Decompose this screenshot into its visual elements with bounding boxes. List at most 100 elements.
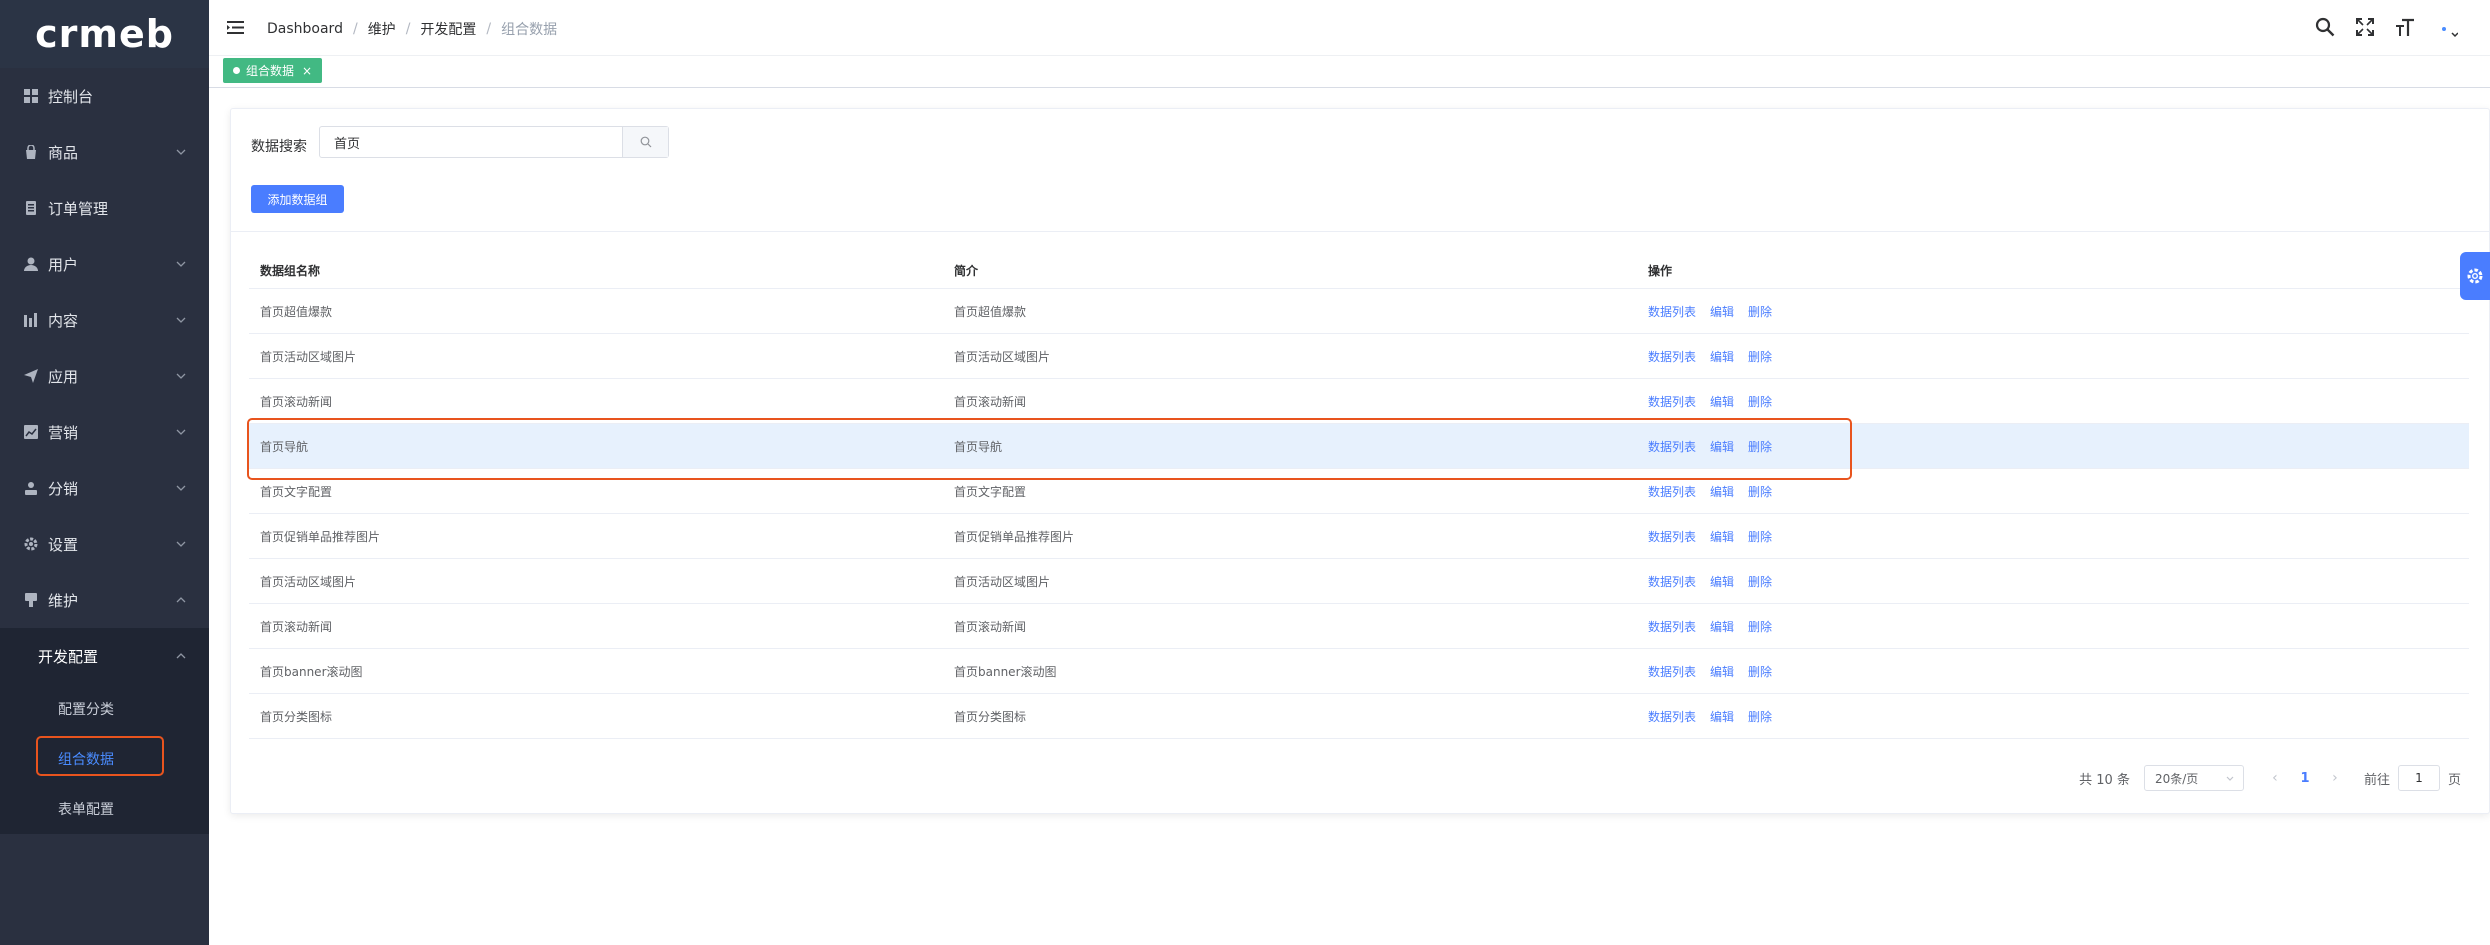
delete-link[interactable]: 删除: [1748, 395, 1772, 409]
data-list-link[interactable]: 数据列表: [1648, 485, 1696, 499]
edit-link[interactable]: 编辑: [1710, 485, 1734, 499]
delete-link[interactable]: 删除: [1748, 305, 1772, 319]
settings-float-button[interactable]: [2460, 252, 2490, 300]
cell-name: 首页滚动新闻: [260, 394, 333, 409]
prev-page-button[interactable]: ‹: [2262, 765, 2288, 791]
search-icon[interactable]: [2314, 16, 2336, 38]
delete-link[interactable]: 删除: [1748, 620, 1772, 634]
cell-name: 首页banner滚动图: [260, 664, 363, 679]
font-size-icon[interactable]: [2394, 16, 2416, 38]
breadcrumb-separator: /: [405, 21, 411, 37]
breadcrumb-maintenance[interactable]: 维护: [368, 19, 396, 39]
column-header-intro: 简介: [954, 263, 979, 278]
edit-link[interactable]: 编辑: [1710, 395, 1734, 409]
delete-link[interactable]: 删除: [1748, 575, 1772, 589]
delete-link[interactable]: 删除: [1748, 665, 1772, 679]
next-page-button[interactable]: ›: [2322, 765, 2348, 791]
data-list-link[interactable]: 数据列表: [1648, 665, 1696, 679]
sidebar-item-marketing[interactable]: 营销: [0, 404, 209, 460]
avatar[interactable]: [2440, 20, 2458, 38]
edit-link[interactable]: 编辑: [1710, 575, 1734, 589]
table-row: 首页促销单品推荐图片 首页促销单品推荐图片 数据列表 编辑 删除: [249, 514, 2469, 559]
search-button[interactable]: [622, 127, 668, 157]
sidebar-item-combined-data[interactable]: 组合数据: [0, 734, 209, 784]
cell-intro: 首页文字配置: [954, 484, 1027, 499]
divider: [231, 231, 2489, 232]
breadcrumb-dev-config[interactable]: 开发配置: [420, 19, 476, 39]
edit-link[interactable]: 编辑: [1710, 440, 1734, 454]
sidebar-item-form-config[interactable]: 表单配置: [0, 784, 209, 834]
page-number[interactable]: 1: [2288, 771, 2322, 786]
edit-link[interactable]: 编辑: [1710, 710, 1734, 724]
delete-link[interactable]: 删除: [1748, 530, 1772, 544]
sidebar-item-label: 配置分类: [58, 702, 114, 718]
chevron-down-icon: [176, 485, 186, 491]
sidebar-item-orders[interactable]: 订单管理: [0, 180, 209, 236]
submenu-dev-config[interactable]: 开发配置: [0, 628, 209, 684]
sidebar-item-apps[interactable]: 应用: [0, 348, 209, 404]
sidebar-item-products[interactable]: 商品: [0, 124, 209, 180]
sidebar-item-settings[interactable]: 设置: [0, 516, 209, 572]
tag-label: 组合数据: [246, 64, 295, 78]
chevron-up-icon: [176, 653, 186, 659]
gear-icon: [2467, 268, 2483, 284]
data-list-link[interactable]: 数据列表: [1648, 305, 1696, 319]
breadcrumb-dashboard[interactable]: Dashboard: [267, 21, 343, 37]
breadcrumb-separator: /: [352, 21, 358, 37]
tag-dot: [233, 67, 240, 74]
delete-link[interactable]: 删除: [1748, 485, 1772, 499]
data-list-link[interactable]: 数据列表: [1648, 710, 1696, 724]
edit-link[interactable]: 编辑: [1710, 665, 1734, 679]
fullscreen-icon[interactable]: [2354, 16, 2376, 38]
sidebar-item-label: 内容: [48, 311, 79, 330]
edit-link[interactable]: 编辑: [1710, 350, 1734, 364]
sidebar-item-label: 商品: [48, 143, 79, 162]
data-list-link[interactable]: 数据列表: [1648, 530, 1696, 544]
cell-actions: 数据列表 编辑 删除: [1637, 303, 2469, 320]
menu-toggle-icon[interactable]: [227, 19, 244, 36]
close-icon[interactable]: ×: [302, 64, 312, 78]
edit-link[interactable]: 编辑: [1710, 305, 1734, 319]
sidebar-item-users[interactable]: 用户: [0, 236, 209, 292]
bag-icon: [26, 145, 36, 159]
sidebar-item-content[interactable]: 内容: [0, 292, 209, 348]
chevron-down-icon: [176, 261, 186, 267]
goto-page-input[interactable]: [2397, 765, 2440, 791]
cell-name: 首页文字配置: [260, 484, 333, 499]
logo[interactable]: crmeb: [0, 0, 209, 68]
cell-actions: 数据列表 编辑 删除: [1637, 663, 2469, 680]
breadcrumb-separator: /: [486, 21, 492, 37]
column-header-actions: 操作: [1648, 263, 1673, 278]
distribution-icon: [25, 482, 37, 495]
data-list-link[interactable]: 数据列表: [1648, 575, 1696, 589]
sidebar-item-config-category[interactable]: 配置分类: [0, 684, 209, 734]
add-data-group-button[interactable]: 添加数据组: [251, 185, 344, 213]
data-list-link[interactable]: 数据列表: [1648, 395, 1696, 409]
sidebar-item-dashboard[interactable]: 控制台: [0, 68, 209, 124]
data-list-link[interactable]: 数据列表: [1648, 440, 1696, 454]
page-size-select[interactable]: 20条/页: [2143, 765, 2244, 791]
table-row: 首页滚动新闻 首页滚动新闻 数据列表 编辑 删除: [249, 379, 2469, 424]
delete-link[interactable]: 删除: [1748, 350, 1772, 364]
delete-link[interactable]: 删除: [1748, 440, 1772, 454]
chevron-up-icon: [176, 597, 186, 603]
edit-link[interactable]: 编辑: [1710, 620, 1734, 634]
maintenance-icon: [25, 593, 37, 607]
table-row: 首页文字配置 首页文字配置 数据列表 编辑 删除: [249, 469, 2469, 514]
search-input[interactable]: [320, 127, 622, 157]
data-list-link[interactable]: 数据列表: [1648, 620, 1696, 634]
pagination: 共 10 条 20条/页 ‹ 1 › 前往 页: [2079, 765, 2461, 791]
sidebar-item-maintenance[interactable]: 维护: [0, 572, 209, 628]
table-row: 首页滚动新闻 首页滚动新闻 数据列表 编辑 删除: [249, 604, 2469, 649]
edit-link[interactable]: 编辑: [1710, 530, 1734, 544]
sidebar-item-label: 维护: [48, 591, 79, 610]
highlight-box: [36, 736, 164, 776]
cell-intro: 首页分类图标: [954, 709, 1027, 724]
table-row: 首页导航 首页导航 数据列表 编辑 删除: [249, 424, 2469, 469]
tag-combined-data[interactable]: 组合数据 ×: [223, 58, 323, 83]
data-list-link[interactable]: 数据列表: [1648, 350, 1696, 364]
delete-link[interactable]: 删除: [1748, 710, 1772, 724]
sidebar-item-distribution[interactable]: 分销: [0, 460, 209, 516]
table-body: 首页超值爆款 首页超值爆款 数据列表 编辑 删除 首页活动区域图片 首页活动区域图片 数据列表…: [249, 289, 2469, 739]
sidebar-item-label: 表单配置: [58, 802, 114, 818]
